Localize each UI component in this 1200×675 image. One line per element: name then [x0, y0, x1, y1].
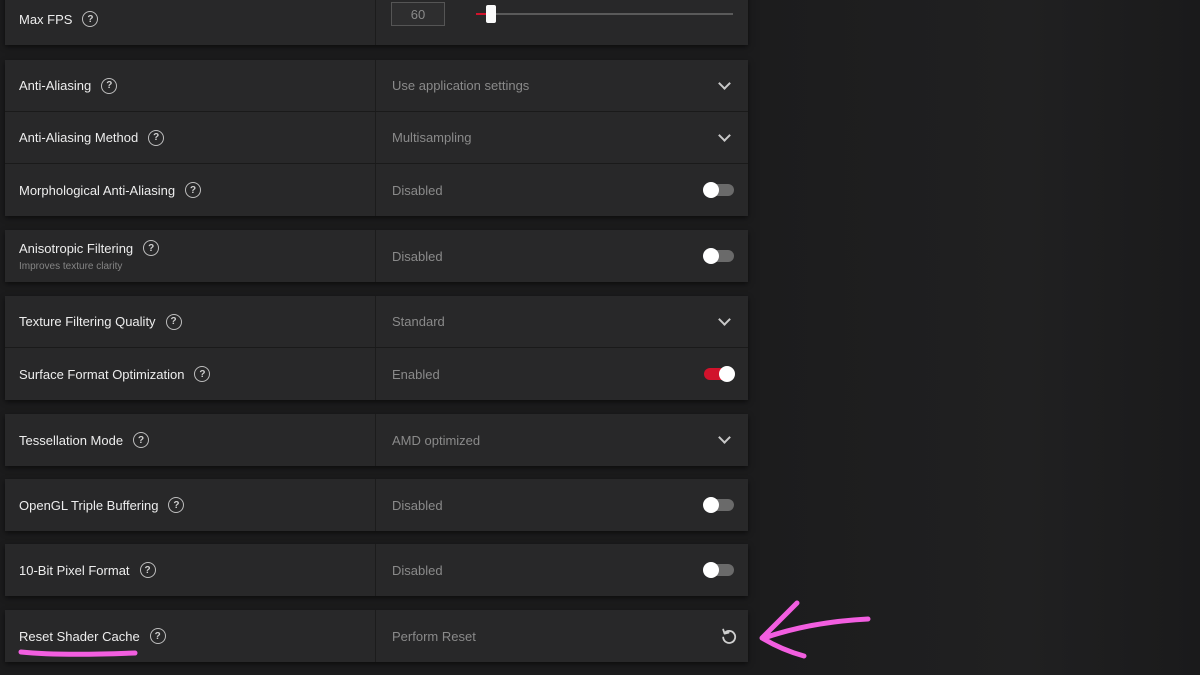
setting-row[interactable]: Reset Shader Cache ? Perform Reset — [5, 610, 748, 662]
setting-label: 10-Bit Pixel Format — [19, 562, 130, 578]
setting-control-cell: Disabled — [376, 479, 748, 531]
setting-row[interactable]: OpenGL Triple Buffering ? Disabled — [5, 479, 748, 531]
setting-value: Disabled — [392, 182, 443, 198]
settings-screen: Max FPS ? 60 Anti-Aliasing ? Use applica… — [0, 0, 1200, 675]
setting-row[interactable]: 10-Bit Pixel Format ? Disabled — [5, 544, 748, 596]
setting-value: AMD optimized — [392, 432, 481, 448]
help-icon[interactable]: ? — [165, 313, 182, 330]
setting-label: Reset Shader Cache — [19, 628, 140, 644]
help-icon[interactable]: ? — [101, 77, 118, 94]
setting-label-cell: Anti-Aliasing ? — [5, 60, 376, 111]
help-icon[interactable]: ? — [168, 497, 185, 513]
setting-value: Disabled — [392, 248, 443, 264]
setting-label: Max FPS — [19, 11, 73, 27]
group-max-fps: Max FPS ? 60 — [5, 0, 748, 45]
setting-row[interactable]: Anisotropic Filtering ? Improves texture… — [5, 230, 748, 282]
chevron-down-icon — [718, 431, 731, 444]
group-texture: Texture Filtering Quality ? Standard Sur… — [5, 296, 748, 400]
setting-label: OpenGL Triple Buffering — [19, 497, 159, 513]
toggle-knob — [719, 366, 735, 382]
setting-control-cell: Enabled — [376, 348, 748, 400]
opengl-triple-buffering-toggle[interactable] — [703, 497, 734, 513]
setting-label-cell: 10-Bit Pixel Format ? — [5, 544, 376, 596]
help-icon[interactable]: ? — [143, 240, 160, 256]
setting-label-cell: Texture Filtering Quality ? — [5, 296, 376, 347]
setting-value: Standard — [392, 314, 445, 329]
setting-control-cell: 60 — [376, 0, 748, 45]
group-10bit: 10-Bit Pixel Format ? Disabled — [5, 544, 748, 596]
tessellation-mode-dropdown[interactable]: AMD optimized — [376, 414, 748, 466]
setting-label: Anisotropic Filtering — [19, 240, 134, 256]
anti-aliasing-method-dropdown[interactable]: Multisampling — [376, 112, 748, 163]
surface-format-optimization-toggle[interactable] — [704, 366, 735, 382]
setting-label: Surface Format Optimization — [19, 366, 185, 382]
setting-value: Use application settings — [392, 78, 530, 93]
toggle-knob — [703, 248, 719, 264]
setting-label-cell: Anisotropic Filtering ? Improves texture… — [5, 230, 376, 282]
chevron-down-icon — [718, 128, 731, 142]
setting-value: Perform Reset — [392, 628, 476, 644]
setting-label-cell: Max FPS ? — [5, 0, 376, 45]
10-bit-pixel-format-toggle[interactable] — [703, 562, 734, 578]
setting-label-cell: Morphological Anti-Aliasing ? — [5, 164, 376, 216]
setting-label: Morphological Anti-Aliasing — [19, 182, 176, 198]
setting-label: Anti-Aliasing Method — [19, 130, 139, 145]
slider-thumb[interactable] — [486, 5, 497, 23]
group-opengl: OpenGL Triple Buffering ? Disabled — [5, 479, 748, 531]
setting-control-cell: Disabled — [376, 544, 748, 596]
setting-value: Disabled — [392, 497, 443, 513]
help-icon[interactable]: ? — [133, 432, 150, 448]
setting-sublabel: Improves texture clarity — [19, 261, 123, 272]
setting-label: Tessellation Mode — [19, 432, 124, 448]
help-icon[interactable]: ? — [82, 11, 99, 27]
help-icon[interactable]: ? — [149, 628, 166, 644]
help-icon[interactable]: ? — [194, 366, 211, 382]
setting-control-cell: Disabled — [376, 164, 748, 216]
setting-control-cell: Disabled — [376, 230, 748, 282]
anisotropic-filtering-toggle[interactable] — [703, 248, 734, 264]
setting-row[interactable]: Anti-Aliasing Method ? Multisampling — [5, 112, 748, 164]
setting-label: Texture Filtering Quality — [19, 314, 156, 329]
setting-row[interactable]: Surface Format Optimization ? Enabled — [5, 348, 748, 400]
chevron-down-icon — [718, 312, 731, 326]
setting-row[interactable]: Anti-Aliasing ? Use application settings — [5, 60, 748, 112]
texture-filtering-quality-dropdown[interactable]: Standard — [376, 296, 748, 347]
setting-value: Disabled — [392, 562, 443, 578]
setting-label-cell: Tessellation Mode ? — [5, 414, 376, 466]
setting-label-cell: Surface Format Optimization ? — [5, 348, 376, 400]
max-fps-input[interactable]: 60 — [391, 2, 445, 26]
setting-row[interactable]: Tessellation Mode ? AMD optimized — [5, 414, 748, 466]
help-icon[interactable]: ? — [139, 562, 156, 578]
toggle-knob — [703, 562, 719, 578]
setting-label-cell: Anti-Aliasing Method ? — [5, 112, 376, 163]
group-tessellation: Tessellation Mode ? AMD optimized — [5, 414, 748, 466]
setting-row[interactable]: Texture Filtering Quality ? Standard — [5, 296, 748, 348]
chevron-down-icon — [718, 76, 731, 90]
setting-row[interactable]: Morphological Anti-Aliasing ? Disabled — [5, 164, 748, 216]
reset-icon[interactable] — [720, 627, 738, 645]
help-icon[interactable]: ? — [185, 182, 202, 198]
toggle-knob — [703, 182, 719, 198]
background-blur — [760, 0, 1200, 675]
setting-label-cell: Reset Shader Cache ? — [5, 610, 376, 662]
max-fps-slider[interactable] — [476, 5, 733, 23]
setting-value: Enabled — [392, 366, 440, 382]
reset-shader-cache-button[interactable]: Perform Reset — [376, 610, 748, 662]
setting-label: Anti-Aliasing — [19, 78, 92, 93]
group-anti-aliasing: Anti-Aliasing ? Use application settings… — [5, 60, 748, 216]
setting-label-cell: OpenGL Triple Buffering ? — [5, 479, 376, 531]
group-reset-shader: Reset Shader Cache ? Perform Reset — [5, 610, 748, 662]
help-icon[interactable]: ? — [148, 129, 165, 146]
toggle-knob — [703, 497, 719, 513]
anti-aliasing-dropdown[interactable]: Use application settings — [376, 60, 748, 111]
setting-value: Multisampling — [392, 130, 472, 145]
morphological-aa-toggle[interactable] — [703, 182, 734, 198]
group-anisotropic: Anisotropic Filtering ? Improves texture… — [5, 230, 748, 282]
setting-row-max-fps: Max FPS ? 60 — [5, 0, 748, 45]
